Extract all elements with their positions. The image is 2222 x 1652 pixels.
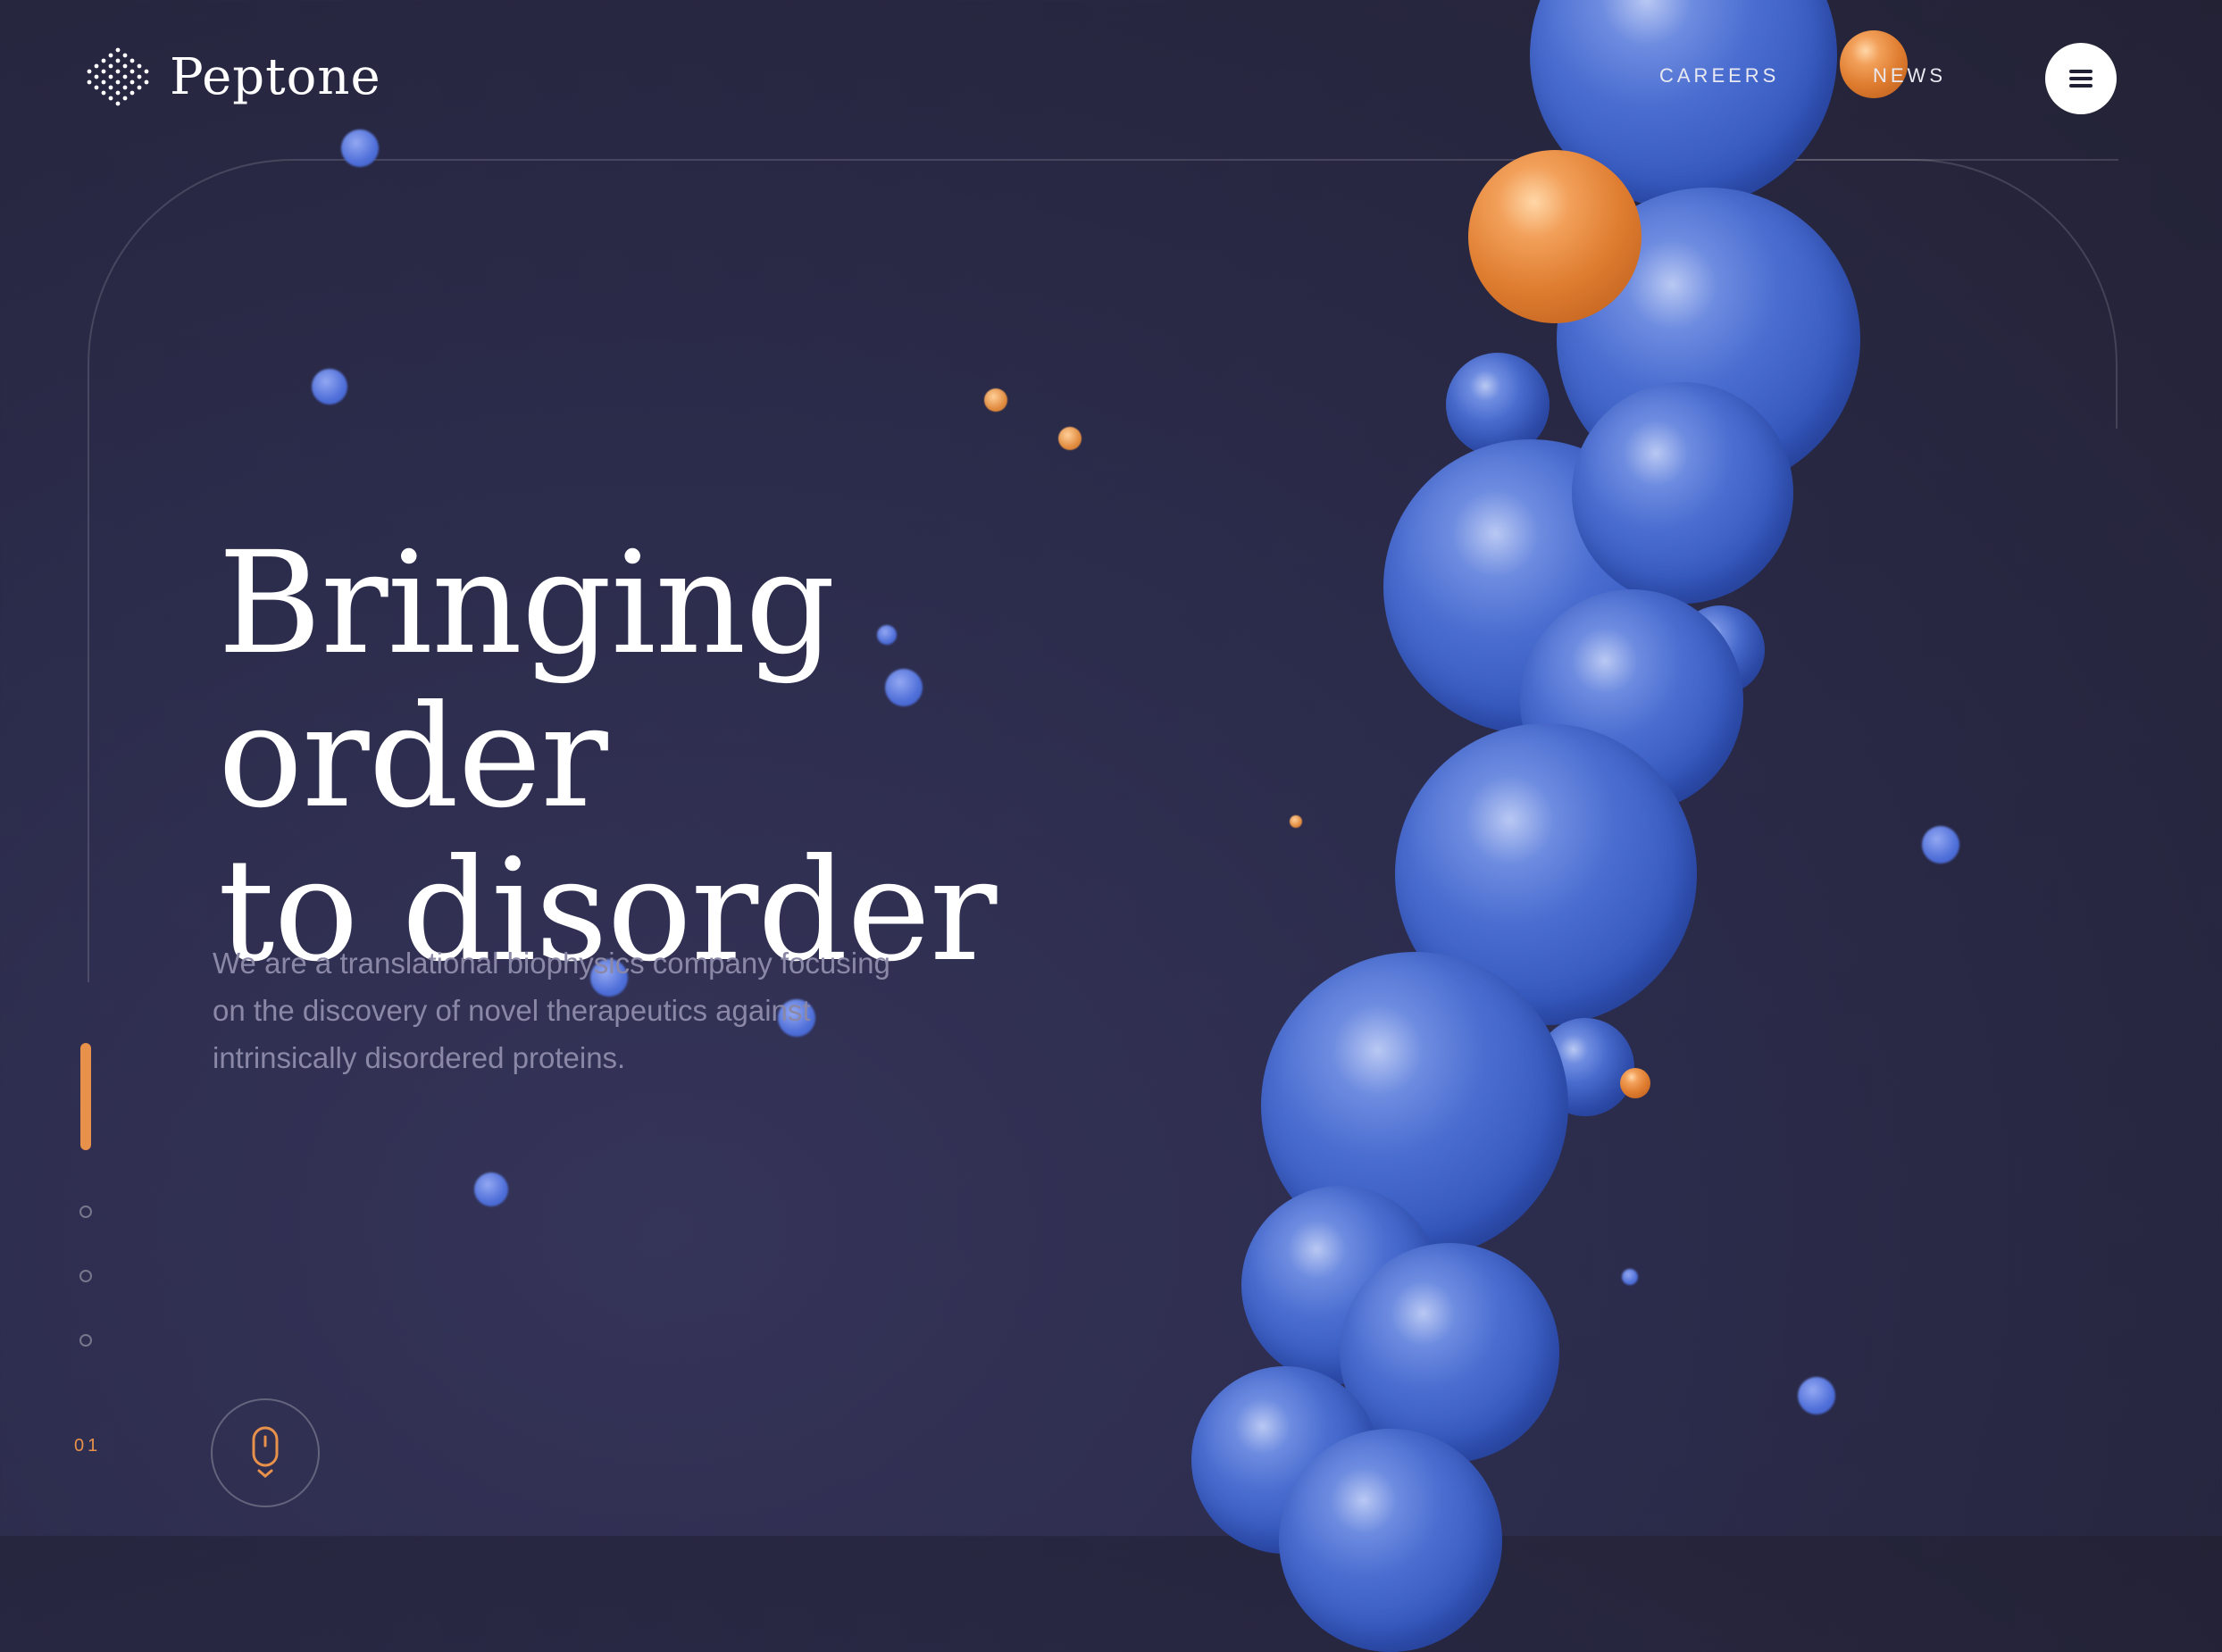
particle — [312, 369, 347, 405]
particle — [984, 388, 1007, 412]
particle — [1922, 826, 1959, 864]
molecule-sphere — [1620, 1068, 1650, 1098]
brand-name: Peptone — [170, 47, 381, 106]
hero-title: Bringing order to disorder — [218, 527, 1111, 988]
brand-logo[interactable]: Peptone — [86, 45, 381, 109]
menu-button[interactable] — [2045, 43, 2117, 114]
particle — [1290, 815, 1302, 828]
hamburger-icon — [2069, 70, 2093, 88]
slide-indicator-dot[interactable] — [79, 1206, 92, 1218]
particle — [1798, 1377, 1835, 1414]
scroll-down-button[interactable] — [211, 1398, 320, 1507]
hero-title-line-1: Bringing order — [218, 521, 836, 839]
molecule-sphere — [1279, 1429, 1502, 1652]
slide-indicator-dot[interactable] — [79, 1270, 92, 1282]
slide-indicator-active[interactable] — [80, 1043, 91, 1150]
particle — [474, 1172, 508, 1206]
slide-number: 01 — [74, 1436, 102, 1456]
hero-description: We are a translational biophysics compan… — [213, 947, 890, 1074]
peptone-logo-icon — [87, 47, 149, 106]
mouse-scroll-icon — [252, 1426, 279, 1478]
nav-link-news[interactable]: NEWS — [1873, 64, 1946, 88]
nav-link-careers[interactable]: CAREERS — [1659, 64, 1779, 88]
particle — [1058, 427, 1082, 450]
molecule-sphere — [1468, 150, 1641, 323]
molecule-sphere — [1572, 382, 1793, 604]
particle — [341, 129, 379, 167]
particle — [1622, 1269, 1638, 1285]
slide-indicator-dot[interactable] — [79, 1334, 92, 1347]
